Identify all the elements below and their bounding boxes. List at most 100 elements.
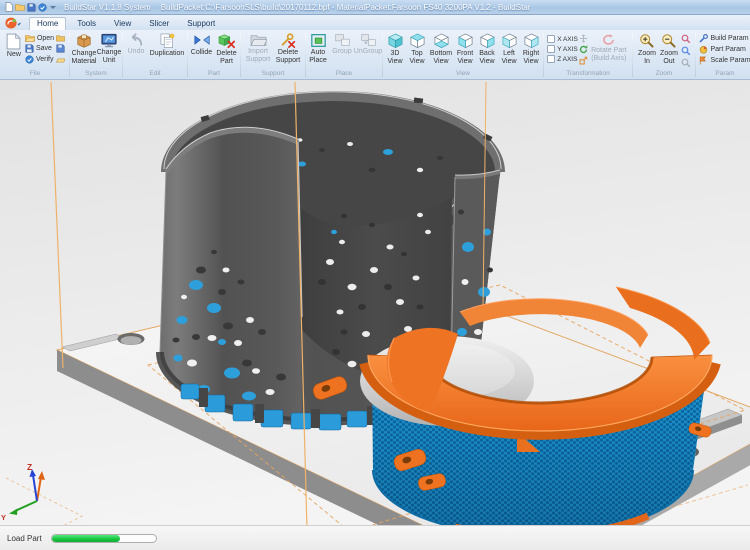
scale-param-icon — [699, 56, 708, 65]
ungroup-button[interactable]: UnGroup — [354, 33, 382, 56]
ribbon-group-zoom: Zoom In Zoom Out Zoom — [633, 31, 695, 79]
app-menu-button[interactable] — [3, 17, 29, 30]
z-axis-checkbox[interactable] — [547, 55, 555, 63]
scale-param-button[interactable]: Scale Param — [699, 56, 750, 65]
save-button[interactable]: Save — [25, 44, 54, 53]
new-button[interactable]: New — [4, 33, 24, 59]
ungroup-icon — [360, 33, 377, 47]
tab-tools[interactable]: Tools — [70, 18, 103, 30]
part-param-icon — [699, 45, 708, 54]
cube-bottom-icon — [433, 33, 450, 49]
save-build-small-button[interactable] — [56, 44, 65, 53]
y-axis-label: Y — [1, 513, 6, 522]
ribbon-group-edit: Undo Duplication Edit — [123, 31, 187, 79]
view-front-button[interactable]: Front View — [454, 33, 476, 65]
group-label: Group — [332, 48, 351, 56]
ribbon-group-part: Collide Delete Part Part — [188, 31, 240, 79]
zoom-all-button[interactable] — [681, 46, 691, 56]
verify-button[interactable]: Verify — [25, 55, 54, 64]
floppy-blue-icon — [56, 44, 65, 53]
group-button[interactable]: Group — [330, 33, 354, 56]
new-document-icon — [6, 33, 21, 50]
delete-support-button[interactable]: Delete Support — [273, 33, 303, 64]
zoom-window-button[interactable] — [681, 34, 691, 44]
ribbon-group-param: Build Param Part Param Scale Param Param — [696, 31, 750, 79]
x-axis-label: X AXIS — [557, 36, 578, 43]
group-label-system: System — [70, 70, 122, 79]
group-icon — [334, 33, 351, 47]
ungroup-label: UnGroup — [354, 48, 382, 56]
viewport-3d[interactable]: Z Y — [0, 80, 750, 525]
load-progress-bar — [51, 534, 157, 543]
rotate-free-button[interactable] — [579, 45, 588, 54]
group-label-param: Param — [696, 70, 750, 79]
change-unit-label: Change Unit — [97, 49, 122, 64]
dropdown-caret-icon[interactable] — [50, 6, 56, 9]
change-material-label: Change Material — [72, 50, 97, 65]
ribbon-group-place: Auto Place Group UnGroup Place — [306, 31, 382, 79]
document-title: BuildPacket:C:\FarsoonSLS\build\20170112… — [161, 3, 531, 12]
view-bottom-button[interactable]: Bottom View — [428, 33, 454, 65]
view-back-button[interactable]: Back View — [476, 33, 498, 65]
group-label-transformation: Transformation — [544, 70, 632, 79]
collide-button[interactable]: Collide — [189, 33, 214, 57]
x-axis-checkbox[interactable] — [547, 35, 555, 43]
open-build-small-button[interactable] — [56, 34, 65, 42]
quick-save-button[interactable] — [27, 3, 36, 12]
tab-slicer[interactable]: Slicer — [142, 18, 176, 30]
duplicate-pages-icon — [160, 33, 175, 49]
monitor-icon — [100, 33, 118, 48]
rotate-part-build-axis-button[interactable]: Rotate Part (Build Axis) — [589, 33, 629, 62]
zoom-out-button[interactable]: Zoom Out — [658, 33, 680, 65]
import-folder-icon — [250, 33, 267, 47]
tab-view[interactable]: View — [107, 18, 138, 30]
scale-part-button[interactable] — [579, 56, 588, 65]
x-axis-row: X AXIS — [547, 35, 578, 43]
view-top-button[interactable]: Top View — [406, 33, 428, 65]
quick-open-button[interactable] — [15, 3, 25, 11]
verify-label: Verify — [36, 56, 54, 63]
open-button[interactable]: Open — [25, 34, 54, 42]
group-label-part: Part — [188, 70, 240, 79]
view-left-button[interactable]: Left View — [498, 33, 520, 65]
open-folder-icon — [15, 3, 25, 11]
view-right-button[interactable]: Right View — [520, 33, 542, 65]
z-axis-row: Z AXIS — [547, 55, 578, 63]
undo-button[interactable]: Undo — [124, 33, 148, 56]
auto-place-button[interactable]: Auto Place — [306, 33, 330, 64]
duplication-button[interactable]: Duplication — [148, 33, 186, 58]
build-param-button[interactable]: Build Param — [699, 34, 750, 43]
view-3d-button[interactable]: 3D View — [384, 33, 406, 65]
viewport-3d-scene[interactable]: Z Y — [0, 80, 750, 525]
zoom-in-button[interactable]: Zoom In — [636, 33, 658, 65]
y-axis-checkbox[interactable] — [547, 45, 555, 53]
tab-support[interactable]: Support — [180, 18, 222, 30]
delete-part-button[interactable]: Delete Part — [214, 33, 239, 65]
load-progress-fill — [52, 535, 121, 542]
zoom-out-label: Zoom Out — [659, 50, 679, 65]
app-logo-icon — [5, 17, 22, 29]
part-param-button[interactable]: Part Param — [699, 45, 750, 54]
change-unit-button[interactable]: Change Unit — [97, 33, 121, 64]
view-left-label: Left View — [499, 50, 519, 65]
y-axis-row: Y AXIS — [547, 45, 578, 53]
cube-top-icon — [409, 33, 426, 49]
move-icon — [579, 34, 588, 43]
import-support-label: Import Support — [244, 48, 272, 63]
save-floppy-icon — [25, 44, 34, 53]
change-material-button[interactable]: Change Material — [71, 33, 97, 65]
auto-place-label: Auto Place — [307, 49, 329, 64]
build-param-label: Build Param — [710, 35, 748, 42]
quick-verify-button[interactable] — [38, 3, 47, 12]
auto-place-icon — [310, 33, 327, 48]
ribbon-group-transformation: X AXIS Y AXIS Z AXIS Rotate Part (Build … — [544, 31, 632, 79]
statusbar: Load Part — [0, 525, 750, 550]
delete-part-label: Delete Part — [215, 50, 238, 65]
move-part-button[interactable] — [579, 34, 588, 43]
z-axis-label: Z — [27, 462, 32, 472]
recent-small-button[interactable] — [56, 55, 65, 63]
tab-home[interactable]: Home — [29, 17, 66, 30]
quick-new-button[interactable] — [5, 2, 13, 12]
import-support-button[interactable]: Import Support — [243, 33, 273, 63]
zoom-selection-button[interactable] — [681, 58, 691, 68]
